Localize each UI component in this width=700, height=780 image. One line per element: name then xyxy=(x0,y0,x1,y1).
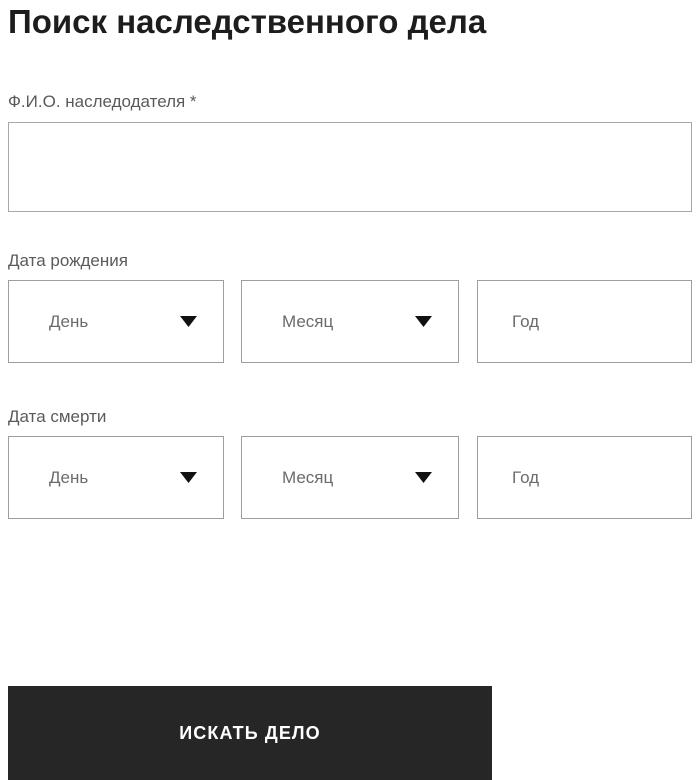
birth-year-input[interactable]: Год xyxy=(477,280,692,363)
page-title: Поиск наследственного дела xyxy=(8,3,487,40)
death-year-placeholder: Год xyxy=(512,467,540,487)
death-year-input[interactable]: Год xyxy=(477,436,692,519)
chevron-down-icon xyxy=(404,472,442,483)
fio-input[interactable] xyxy=(8,122,692,212)
death-day-value: День xyxy=(49,467,89,487)
birth-day-select[interactable]: День xyxy=(8,280,224,363)
search-case-button[interactable]: ИСКАТЬ ДЕЛО xyxy=(8,686,492,780)
death-month-value: Месяц xyxy=(282,467,334,487)
birth-date-label: Дата рождения xyxy=(8,251,128,270)
birth-day-value: День xyxy=(49,311,89,331)
death-date-row: День Месяц Год xyxy=(8,436,692,519)
chevron-down-icon xyxy=(169,316,207,327)
death-month-select[interactable]: Месяц xyxy=(241,436,459,519)
fio-field-label: Ф.И.О. наследодателя * xyxy=(8,92,197,111)
birth-year-placeholder: Год xyxy=(512,311,540,331)
birth-month-value: Месяц xyxy=(282,311,334,331)
death-date-label: Дата смерти xyxy=(8,407,107,426)
search-inheritance-case-page: Поиск наследственного дела Ф.И.О. наслед… xyxy=(0,0,700,780)
death-day-select[interactable]: День xyxy=(8,436,224,519)
submit-row: ИСКАТЬ ДЕЛО xyxy=(8,686,492,780)
chevron-down-icon xyxy=(404,316,442,327)
birth-month-select[interactable]: Месяц xyxy=(241,280,459,363)
birth-date-row: День Месяц Год xyxy=(8,280,692,363)
chevron-down-icon xyxy=(169,472,207,483)
